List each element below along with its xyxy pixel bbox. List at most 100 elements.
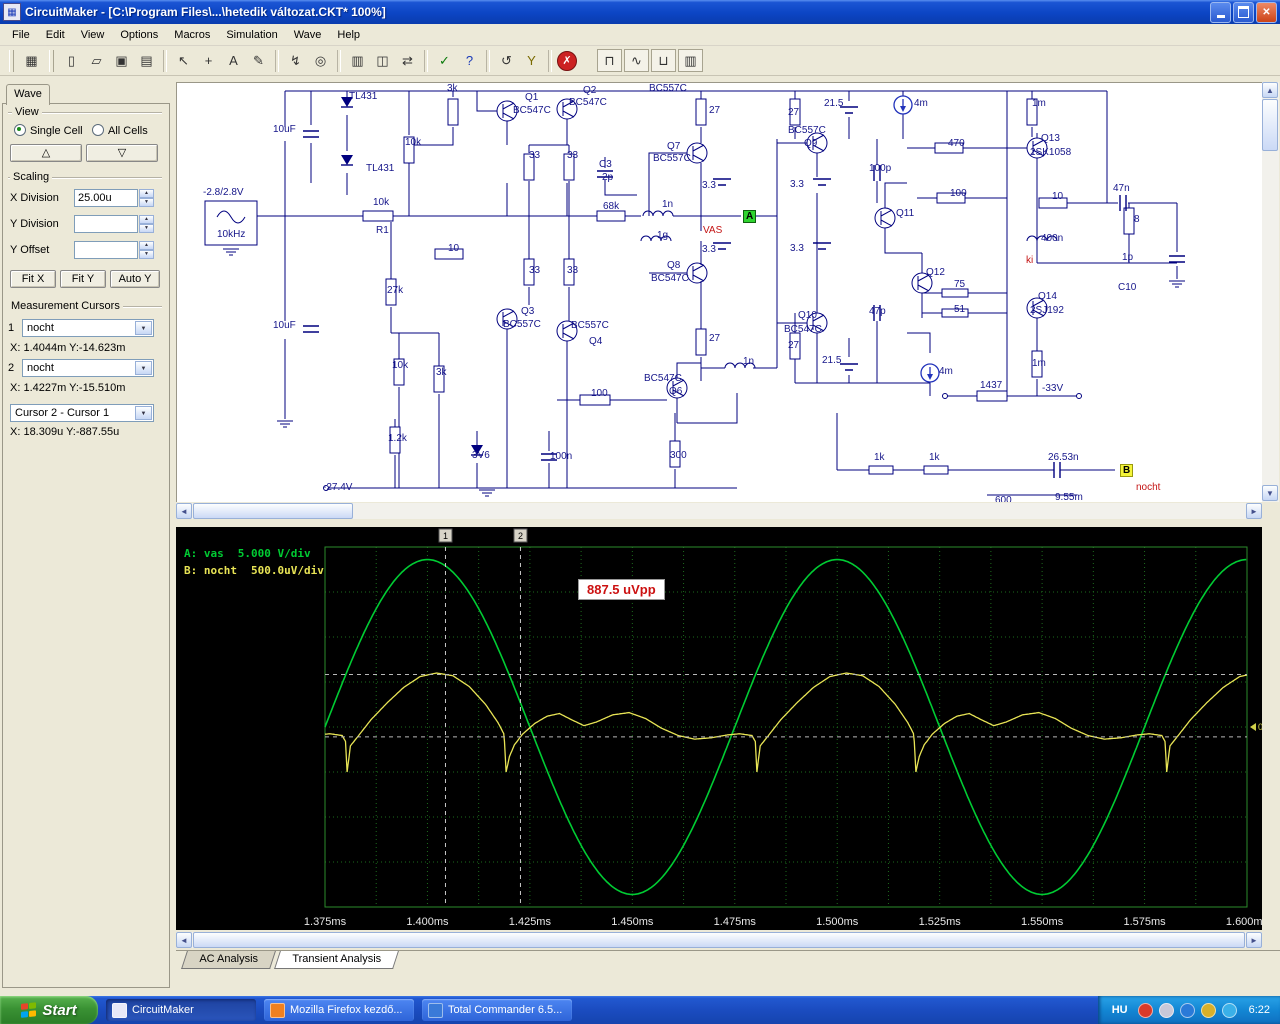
stop-simulation-icon[interactable]: ✗ bbox=[557, 50, 577, 71]
y-offset-spinner[interactable]: ▲ ▼ bbox=[139, 241, 154, 259]
schematic-label: Q9 bbox=[804, 138, 818, 149]
cursor1-readout: X: 1.4044m Y:-14.623m bbox=[10, 342, 126, 354]
print-icon[interactable]: ▤ bbox=[135, 49, 158, 72]
zoom-page-icon[interactable]: ▥ bbox=[346, 49, 369, 72]
waveform-display[interactable]: 1 2 0 1.375ms 1.400ms 1.425ms 1.450ms 1.475ms 1.… bbox=[176, 527, 1262, 930]
toolbar-gap bbox=[578, 60, 596, 61]
menu-item-help[interactable]: Help bbox=[329, 26, 368, 44]
probe-icon[interactable]: Y bbox=[520, 49, 543, 72]
start-button[interactable]: Start bbox=[0, 996, 98, 1024]
y-offset-input[interactable] bbox=[74, 241, 138, 259]
menu-item-view[interactable]: View bbox=[73, 26, 113, 44]
scroll-left-icon[interactable]: ◄ bbox=[176, 503, 192, 519]
schematic-label: R1 bbox=[376, 225, 389, 236]
auto-y-button[interactable]: Auto Y bbox=[110, 270, 160, 288]
new-file-icon[interactable]: ▯ bbox=[60, 49, 83, 72]
hscroll-thumb[interactable] bbox=[193, 503, 353, 519]
y-division-spinner[interactable]: ▲ ▼ bbox=[139, 215, 154, 233]
analysis-panel-icon[interactable]: ▥ bbox=[678, 49, 703, 72]
all-cells-radio-dot[interactable] bbox=[92, 124, 104, 136]
run-check-icon[interactable]: ✓ bbox=[433, 49, 456, 72]
wave-tab[interactable]: Wave bbox=[6, 84, 50, 105]
menu-item-simulation[interactable]: Simulation bbox=[218, 26, 285, 44]
scope-hscroll-thumb[interactable] bbox=[193, 932, 1245, 948]
text-tool-icon[interactable]: A bbox=[222, 49, 245, 72]
single-cell-radio-dot[interactable] bbox=[14, 124, 26, 136]
scope-scroll-right-icon[interactable]: ► bbox=[1246, 932, 1262, 948]
taskbar-task-mozilla-firefox-kezd-[interactable]: Mozilla Firefox kezdő... bbox=[264, 999, 414, 1021]
tab-ac-analysis[interactable]: AC Analysis bbox=[181, 951, 276, 969]
fit-x-button[interactable]: Fit X bbox=[10, 270, 56, 288]
zoom-wand-icon[interactable]: ↯ bbox=[284, 49, 307, 72]
schematic-label: BC547C bbox=[513, 105, 551, 116]
cursor1-dropdown-arrow-icon[interactable]: ▼ bbox=[135, 321, 152, 335]
network-tray-icon[interactable] bbox=[1221, 1002, 1237, 1018]
maximize-button[interactable] bbox=[1233, 1, 1254, 23]
close-button[interactable]: ✕ bbox=[1256, 1, 1277, 23]
y-division-input[interactable] bbox=[74, 215, 138, 233]
windows-flag-icon bbox=[21, 1002, 37, 1018]
x-division-input[interactable] bbox=[74, 189, 138, 207]
schematic-label: BC547C bbox=[651, 273, 689, 284]
schematic-label: Q2 bbox=[583, 85, 597, 96]
copy-window-icon[interactable]: ◫ bbox=[371, 49, 394, 72]
scope-hscrollbar[interactable]: ◄ ► bbox=[176, 932, 1262, 948]
save-file-icon[interactable]: ▣ bbox=[110, 49, 133, 72]
probe-panel-icon[interactable]: ⊔ bbox=[651, 49, 676, 72]
menu-item-file[interactable]: File bbox=[4, 26, 38, 44]
antivirus-tray-icon[interactable] bbox=[1137, 1002, 1153, 1018]
wire-tool-icon[interactable]: ✎ bbox=[247, 49, 270, 72]
language-indicator[interactable]: HU bbox=[1112, 1004, 1128, 1016]
all-cells-radio[interactable]: All Cells bbox=[92, 124, 148, 137]
menu-item-wave[interactable]: Wave bbox=[286, 26, 330, 44]
cursor2-signal-dropdown[interactable]: nocht ▼ bbox=[22, 359, 154, 377]
schematic-hscrollbar[interactable]: ◄ ► bbox=[176, 503, 1262, 519]
fit-y-button[interactable]: Fit Y bbox=[60, 270, 106, 288]
open-file-icon[interactable]: ▱ bbox=[85, 49, 108, 72]
swap-windows-icon[interactable]: ⇄ bbox=[396, 49, 419, 72]
task-label: CircuitMaker bbox=[132, 1004, 194, 1016]
x-tick-label: 1.375ms bbox=[304, 916, 347, 928]
single-cell-radio[interactable]: Single Cell bbox=[14, 124, 83, 137]
cursor-delta-dropdown-arrow-icon[interactable]: ▼ bbox=[135, 406, 152, 420]
cursor-delta-dropdown[interactable]: Cursor 2 - Cursor 1 ▼ bbox=[10, 404, 154, 422]
schematic-vscrollbar[interactable]: ▲ ▼ bbox=[1262, 82, 1279, 502]
menu-item-macros[interactable]: Macros bbox=[166, 26, 218, 44]
scroll-right-icon[interactable]: ► bbox=[1246, 503, 1262, 519]
x-division-spinner[interactable]: ▲ ▼ bbox=[139, 189, 154, 207]
vscroll-thumb[interactable] bbox=[1262, 99, 1278, 151]
arrow-tool-icon[interactable]: ↖ bbox=[172, 49, 195, 72]
cell-down-button[interactable]: ▽ bbox=[86, 144, 158, 162]
schematic-label: BC547C bbox=[784, 324, 822, 335]
y-offset-label: Y Offset bbox=[10, 244, 50, 256]
schematic-canvas[interactable]: 10uF TL431 TL431 10k 3k Q1 BC547C Q2 BC547C BC557… bbox=[176, 82, 1262, 502]
cell-up-button[interactable]: △ bbox=[10, 144, 82, 162]
app-icon: ▦ bbox=[3, 3, 21, 21]
messenger-tray-icon[interactable] bbox=[1179, 1002, 1195, 1018]
help-pointer-icon[interactable]: ? bbox=[458, 49, 481, 72]
scheduler-tray-icon[interactable] bbox=[1200, 1002, 1216, 1018]
parts-bin-icon[interactable]: ▦ bbox=[20, 49, 43, 72]
task-label: Total Commander 6.5... bbox=[448, 1004, 563, 1016]
cursor2-dropdown-arrow-icon[interactable]: ▼ bbox=[135, 361, 152, 375]
place-part-icon[interactable]: + bbox=[197, 49, 220, 72]
cursor1-signal-dropdown[interactable]: nocht ▼ bbox=[22, 319, 154, 337]
schematic-label: Q1 bbox=[525, 92, 539, 103]
taskbar-task-total-commander-6-5-[interactable]: Total Commander 6.5... bbox=[422, 999, 572, 1021]
scope-scroll-left-icon[interactable]: ◄ bbox=[176, 932, 192, 948]
scroll-up-icon[interactable]: ▲ bbox=[1262, 82, 1278, 98]
digital-panel-icon[interactable]: ⊓ bbox=[597, 49, 622, 72]
taskbar-task-circuitmaker[interactable]: CircuitMaker bbox=[106, 999, 256, 1021]
channel-b-scale: 500.0uV/div bbox=[250, 564, 324, 577]
minimize-button[interactable] bbox=[1210, 1, 1231, 23]
zoom-tool-icon[interactable]: ◎ bbox=[309, 49, 332, 72]
volume-tray-icon[interactable] bbox=[1158, 1002, 1174, 1018]
schematic-label: TL431 bbox=[349, 91, 378, 102]
schematic-label: 10kHz bbox=[217, 229, 246, 240]
scroll-down-icon[interactable]: ▼ bbox=[1262, 485, 1278, 501]
menu-item-edit[interactable]: Edit bbox=[38, 26, 73, 44]
tab-transient-analysis[interactable]: Transient Analysis bbox=[273, 951, 399, 969]
menu-item-options[interactable]: Options bbox=[112, 26, 166, 44]
waveform-panel-icon[interactable]: ∿ bbox=[624, 49, 649, 72]
undo-icon[interactable]: ↺ bbox=[495, 49, 518, 72]
